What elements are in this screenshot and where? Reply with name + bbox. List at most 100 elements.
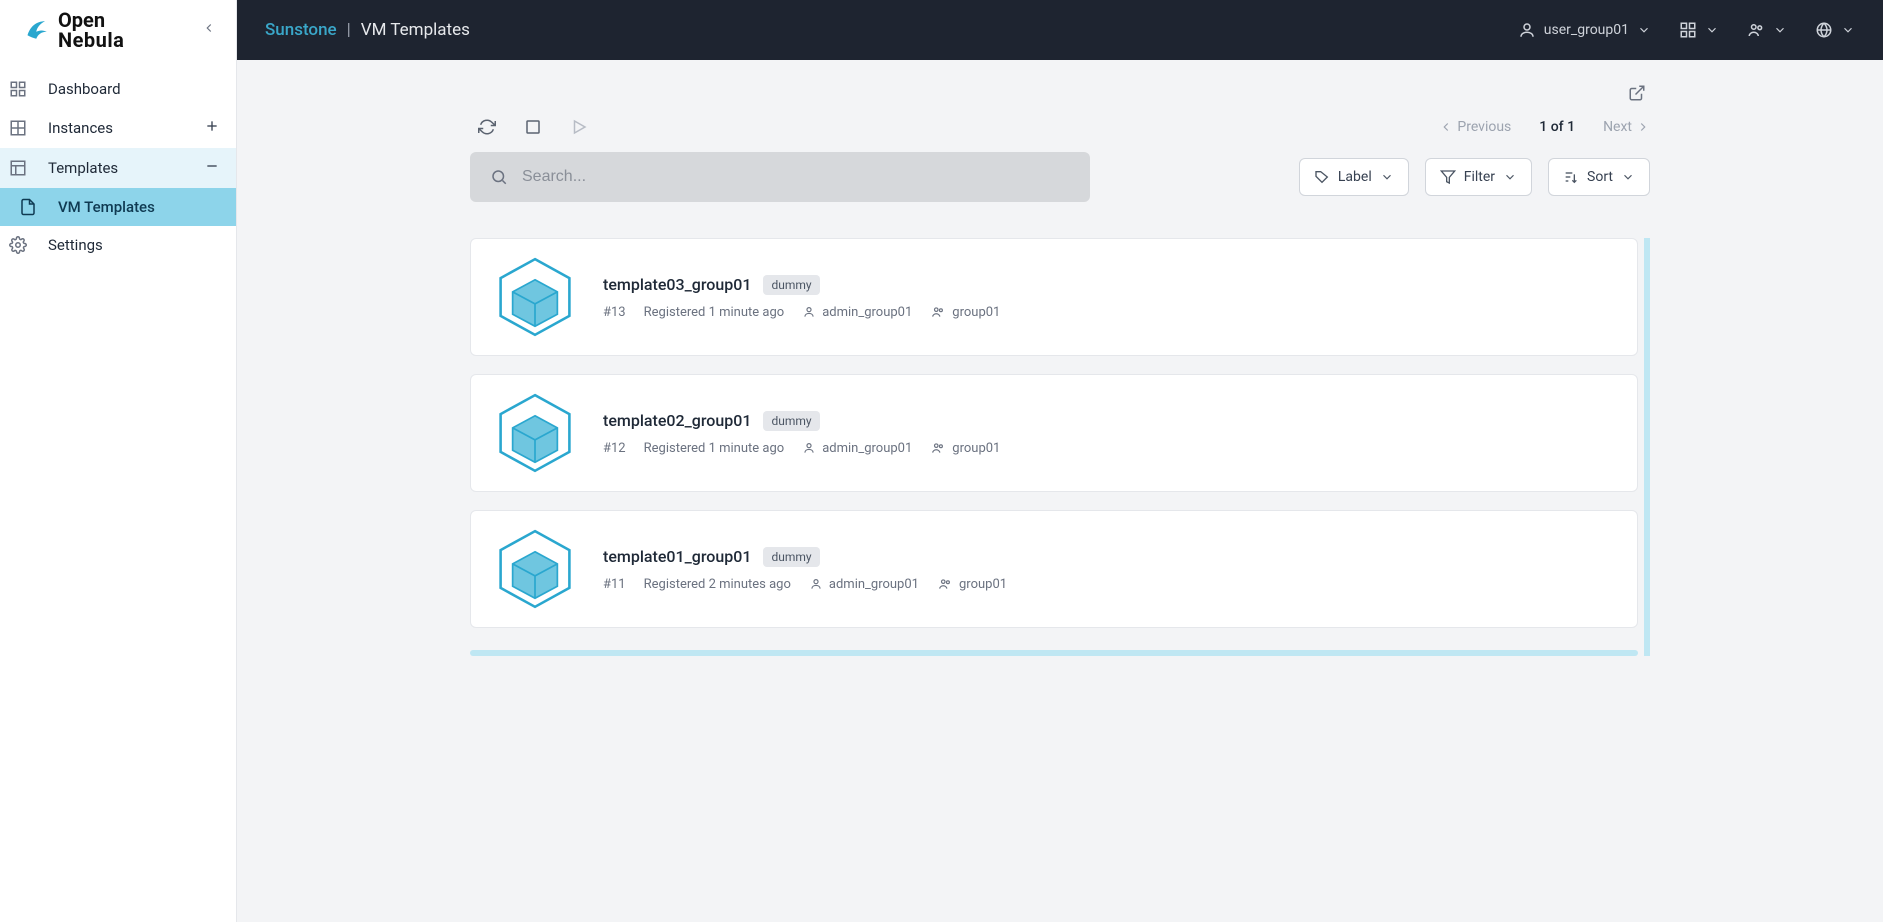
topbar-actions: user_group01 — [1518, 21, 1855, 39]
sidebar-item-label: VM Templates — [58, 198, 155, 216]
template-group: group01 — [937, 577, 1007, 592]
filter-button[interactable]: Filter — [1425, 158, 1532, 196]
refresh-button[interactable] — [478, 118, 496, 136]
filter-icon — [1440, 169, 1456, 185]
filter-text: Filter — [1464, 169, 1495, 185]
pager-current: 1 of 1 — [1539, 119, 1575, 135]
sidebar-item-label: Templates — [48, 159, 184, 177]
group-icon — [937, 577, 953, 591]
group-icon — [930, 305, 946, 319]
apps-icon — [1679, 21, 1697, 39]
card-body: template03_group01 dummy #13 Registered … — [603, 275, 1000, 320]
scroll-indicator — [470, 650, 1638, 656]
sidebar-item-label: Instances — [48, 119, 184, 137]
group-menu[interactable] — [1747, 21, 1787, 39]
user-name: user_group01 — [1544, 22, 1629, 38]
chevron-down-icon — [1621, 170, 1635, 184]
sidebar-item-instances[interactable]: Instances — [0, 108, 236, 148]
zone-menu[interactable] — [1815, 21, 1855, 39]
card-icon — [491, 253, 579, 341]
chevron-left-icon — [202, 21, 216, 35]
pager-next[interactable]: Next — [1603, 119, 1650, 135]
users-icon — [1747, 21, 1765, 39]
search-box[interactable] — [470, 152, 1090, 202]
template-badge: dummy — [763, 547, 819, 567]
sidebar-collapse-button[interactable] — [198, 17, 220, 43]
chevron-down-icon — [1705, 23, 1719, 37]
breadcrumb-page: VM Templates — [361, 20, 470, 40]
dashboard-icon — [8, 80, 28, 98]
template-registered: Registered 1 minute ago — [644, 305, 785, 320]
card-icon — [491, 525, 579, 613]
sidebar: Open Nebula Dashboard Instances Template… — [0, 0, 237, 922]
breadcrumb-app[interactable]: Sunstone — [265, 20, 337, 40]
square-icon — [524, 118, 542, 136]
sidebar-item-label: Dashboard — [48, 80, 220, 98]
logo-icon — [24, 16, 52, 44]
template-registered: Registered 2 minutes ago — [644, 577, 791, 592]
pager-prev-label: Previous — [1457, 119, 1511, 135]
logo-text: Open Nebula — [58, 10, 124, 50]
instantiate-button[interactable] — [570, 118, 588, 136]
template-card[interactable]: template01_group01 dummy #11 Registered … — [470, 510, 1638, 628]
chevron-down-icon — [1503, 170, 1517, 184]
chevron-down-icon — [1841, 23, 1855, 37]
template-owner: admin_group01 — [802, 305, 912, 320]
breadcrumb-sep: | — [347, 20, 351, 40]
main: Sunstone | VM Templates user_group01 — [237, 0, 1883, 922]
chevron-down-icon — [1637, 23, 1651, 37]
external-link-icon — [1628, 84, 1646, 102]
template-card[interactable]: template03_group01 dummy #13 Registered … — [470, 238, 1638, 356]
chevron-down-icon — [1380, 170, 1394, 184]
gear-icon — [8, 236, 28, 254]
template-badge: dummy — [763, 275, 819, 295]
search-input[interactable] — [522, 168, 1070, 186]
card-body: template01_group01 dummy #11 Registered … — [603, 547, 1007, 592]
logo[interactable]: Open Nebula — [24, 10, 124, 50]
apps-menu[interactable] — [1679, 21, 1719, 39]
tag-icon — [1314, 169, 1330, 185]
user-icon — [1518, 21, 1536, 39]
file-icon — [18, 198, 38, 216]
user-icon — [802, 441, 816, 455]
template-owner: admin_group01 — [802, 441, 912, 456]
logo-line2: Nebula — [58, 30, 124, 50]
search-icon — [490, 168, 508, 186]
template-registered: Registered 1 minute ago — [644, 441, 785, 456]
sidebar-item-templates[interactable]: Templates — [0, 148, 236, 188]
template-owner: admin_group01 — [809, 577, 919, 592]
toolbar: Previous 1 of 1 Next — [470, 118, 1650, 136]
user-icon — [809, 577, 823, 591]
globe-icon — [1815, 21, 1833, 39]
content: Previous 1 of 1 Next — [237, 60, 1883, 922]
sidebar-item-vm-templates[interactable]: VM Templates — [0, 188, 236, 226]
play-icon — [570, 118, 588, 136]
template-id: #11 — [603, 577, 626, 592]
label-text: Label — [1338, 169, 1372, 185]
chevron-right-icon — [1636, 120, 1650, 134]
select-all-button[interactable] — [524, 118, 542, 136]
cube-icon — [492, 254, 578, 340]
sidebar-item-settings[interactable]: Settings — [0, 226, 236, 264]
pager-previous[interactable]: Previous — [1439, 119, 1511, 135]
chevron-left-icon — [1439, 120, 1453, 134]
pager-next-label: Next — [1603, 119, 1632, 135]
template-group: group01 — [930, 305, 1000, 320]
search-row: Label Filter Sort — [470, 152, 1650, 202]
template-group: group01 — [930, 441, 1000, 456]
template-name: template01_group01 — [603, 547, 751, 566]
template-name: template02_group01 — [603, 411, 751, 430]
pager: Previous 1 of 1 Next — [1439, 119, 1650, 135]
sidebar-item-dashboard[interactable]: Dashboard — [0, 70, 236, 108]
sidebar-nav: Dashboard Instances Templates VM Templat… — [0, 70, 236, 264]
template-name: template03_group01 — [603, 275, 751, 294]
label-button[interactable]: Label — [1299, 158, 1409, 196]
cube-icon — [492, 390, 578, 476]
external-link-button[interactable] — [1624, 80, 1650, 110]
template-card[interactable]: template02_group01 dummy #12 Registered … — [470, 374, 1638, 492]
user-menu[interactable]: user_group01 — [1518, 21, 1651, 39]
refresh-icon — [478, 118, 496, 136]
sort-button[interactable]: Sort — [1548, 158, 1650, 196]
breadcrumb: Sunstone | VM Templates — [265, 20, 470, 40]
logo-line1: Open — [58, 10, 124, 30]
